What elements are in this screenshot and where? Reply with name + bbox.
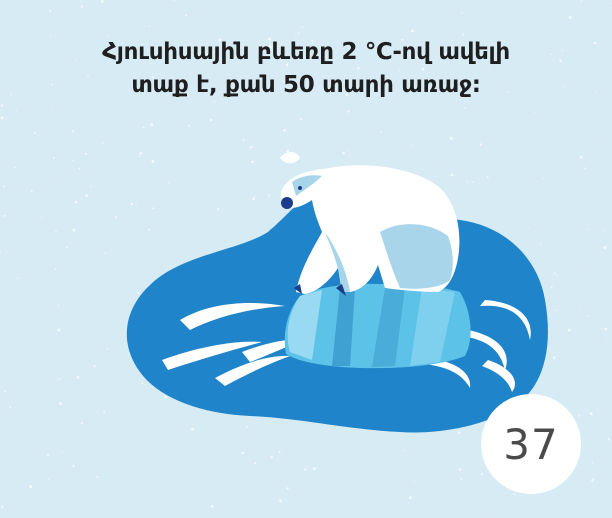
- ice-floe-icon: [284, 283, 471, 369]
- page-number: 37: [503, 419, 559, 469]
- page-number-badge: 37: [481, 394, 581, 494]
- illustration-page: Հյուսիսային բևեռը 2 ℃-ով ավելի տաք է, քա…: [0, 0, 612, 518]
